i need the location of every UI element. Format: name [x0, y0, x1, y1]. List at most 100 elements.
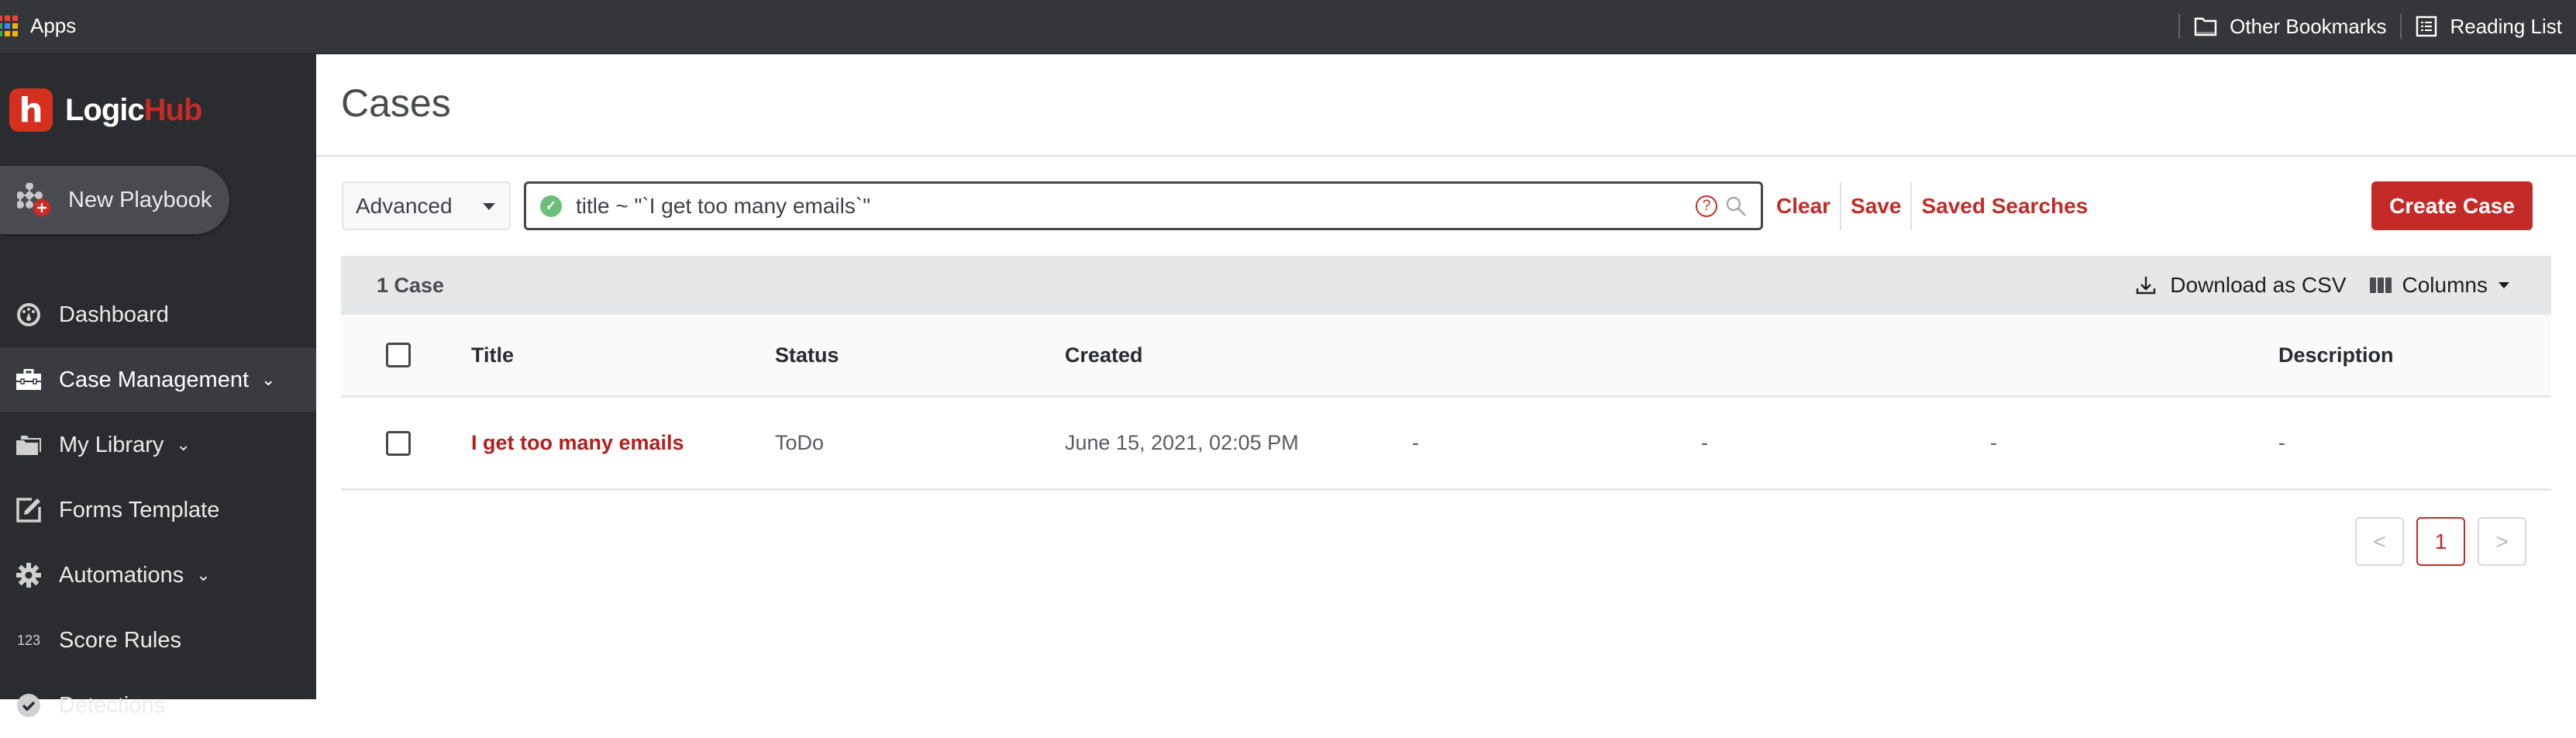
chevron-down-icon: ⌄	[261, 370, 276, 389]
apps-grid-square	[12, 23, 18, 29]
table-header-row: Title Status Created Description	[341, 315, 2551, 398]
select-all-checkbox[interactable]	[386, 343, 411, 367]
apps-grid-square	[0, 23, 2, 29]
bookmark-divider	[2178, 14, 2181, 39]
search-mode-select[interactable]: Advanced	[342, 181, 511, 230]
search-actions: Clear Save Saved Searches	[1776, 181, 2088, 230]
logo-text: LogicHub	[65, 92, 203, 128]
columns-dropdown[interactable]: Columns	[2369, 273, 2509, 298]
case-count: 1 Case	[377, 273, 445, 297]
columns-label: Columns	[2402, 273, 2488, 297]
caret-down-icon	[483, 203, 495, 210]
column-header-description[interactable]: Description	[2278, 315, 2394, 395]
folders-icon	[15, 432, 42, 458]
download-icon	[2137, 277, 2156, 295]
download-csv-label: Download as CSV	[2170, 273, 2347, 297]
search-input[interactable]: ✓ title ~ "`I get too many emails`" ?	[524, 181, 1763, 230]
apps-grid-square	[5, 16, 10, 21]
apps-grid-square	[12, 31, 18, 36]
sidebar: h LogicHub New Playbook Dashboard Case M…	[0, 54, 316, 718]
apps-grid-square	[12, 16, 18, 21]
table-row[interactable]: I get too many emails ToDo June 15, 2021…	[341, 398, 2551, 491]
column-header-created[interactable]: Created	[1065, 315, 1143, 395]
sidebar-item-detections[interactable]: Detections	[0, 673, 316, 738]
sidebar-item-label: Dashboard	[59, 302, 169, 327]
valid-query-check-icon: ✓	[540, 195, 562, 217]
link-divider	[1910, 181, 1913, 230]
sidebar-item-dashboard[interactable]: Dashboard	[0, 282, 316, 347]
title-divider	[316, 155, 2576, 157]
new-playbook-button[interactable]: New Playbook	[0, 166, 229, 234]
new-playbook-label: New Playbook	[68, 187, 212, 212]
sidebar-item-my-library[interactable]: My Library ⌄	[0, 412, 316, 478]
help-question-icon[interactable]: ?	[1696, 195, 1717, 217]
chevron-down-icon: ⌄	[176, 435, 191, 454]
save-link[interactable]: Save	[1851, 194, 1901, 219]
logo-text-hub: Hub	[143, 92, 203, 127]
bookmark-divider	[2400, 14, 2402, 39]
column-header-title[interactable]: Title	[471, 315, 514, 395]
apps-grid-icon	[0, 16, 18, 36]
create-case-button[interactable]: Create Case	[2371, 181, 2533, 230]
folder-icon	[2194, 17, 2217, 36]
case-status: ToDo	[775, 431, 825, 454]
logichub-logo[interactable]: h LogicHub	[9, 88, 203, 132]
page-title: Cases	[341, 81, 451, 125]
sidebar-item-label: Detections	[59, 692, 166, 718]
sidebar-item-automations[interactable]: Automations ⌄	[0, 543, 316, 608]
sidebar-nav: Dashboard Case Management ⌄ My Library ⌄…	[0, 282, 316, 738]
apps-grid-square	[5, 23, 10, 29]
case-title-link[interactable]: I get too many emails	[471, 398, 684, 488]
row-checkbox[interactable]	[386, 430, 411, 456]
gear-icon	[15, 562, 42, 588]
logo-mark-icon: h	[9, 88, 53, 132]
sidebar-item-case-management[interactable]: Case Management ⌄	[0, 347, 316, 412]
page-1-button[interactable]: 1	[2416, 517, 2465, 566]
saved-searches-link[interactable]: Saved Searches	[1921, 194, 2088, 219]
next-page-button[interactable]: >	[2478, 517, 2526, 566]
apps-grid-square	[5, 31, 10, 36]
sidebar-item-score-rules[interactable]: 123 Score Rules	[0, 608, 316, 673]
main-content: Cases Advanced ✓ title ~ "`I get too man…	[316, 54, 2576, 699]
apps-label: Apps	[30, 14, 77, 37]
apps-grid-square	[0, 16, 2, 21]
table-summary-bar: 1 Case Download as CSV Columns	[341, 256, 2551, 315]
other-bookmarks[interactable]: Other Bookmarks	[2194, 15, 2386, 39]
other-bookmarks-label: Other Bookmarks	[2230, 14, 2387, 38]
browser-bookmarks-bar: Apps Other Bookmarks Reading List	[0, 0, 2576, 54]
dashboard-gauge-icon	[15, 302, 42, 328]
sidebar-item-label: Automations	[59, 562, 184, 588]
link-divider	[1840, 181, 1842, 230]
prev-page-button[interactable]: <	[2355, 517, 2404, 566]
case-description: -	[2278, 431, 2285, 454]
reading-list-icon	[2416, 16, 2437, 37]
reading-list-label: Reading List	[2450, 14, 2562, 38]
case-col4: -	[1412, 431, 1419, 454]
sidebar-item-forms-template[interactable]: Forms Template	[0, 478, 316, 543]
caret-down-icon	[2499, 282, 2509, 288]
123-icon: 123	[16, 632, 41, 648]
reading-list[interactable]: Reading List	[2416, 15, 2562, 39]
sidebar-item-label: Case Management	[59, 367, 250, 392]
search-icon[interactable]	[1725, 195, 1747, 217]
columns-icon	[2369, 278, 2392, 293]
cases-table: 1 Case Download as CSV Columns Title Sta…	[341, 256, 2551, 491]
case-col6: -	[1990, 431, 1997, 454]
clear-link[interactable]: Clear	[1776, 194, 1830, 219]
search-query-text: title ~ "`I get too many emails`"	[576, 193, 871, 218]
download-csv-button[interactable]: Download as CSV	[2136, 273, 2347, 298]
sidebar-item-label: Forms Template	[59, 497, 220, 522]
case-col5: -	[1701, 431, 1708, 454]
logo-text-logic: Logic	[65, 92, 145, 127]
column-header-status[interactable]: Status	[775, 315, 839, 395]
chevron-down-icon: ⌄	[196, 565, 211, 585]
edit-form-icon	[15, 497, 42, 523]
pagination: < 1 >	[2355, 517, 2526, 566]
sidebar-item-label: Score Rules	[59, 627, 181, 653]
apps-grid-square	[0, 31, 2, 36]
check-badge-icon	[15, 692, 42, 719]
apps-bookmark[interactable]: Apps	[0, 14, 76, 38]
case-created: June 15, 2021, 02:05 PM	[1065, 431, 1299, 454]
briefcase-icon	[15, 367, 42, 393]
sidebar-item-label: My Library	[59, 432, 164, 457]
